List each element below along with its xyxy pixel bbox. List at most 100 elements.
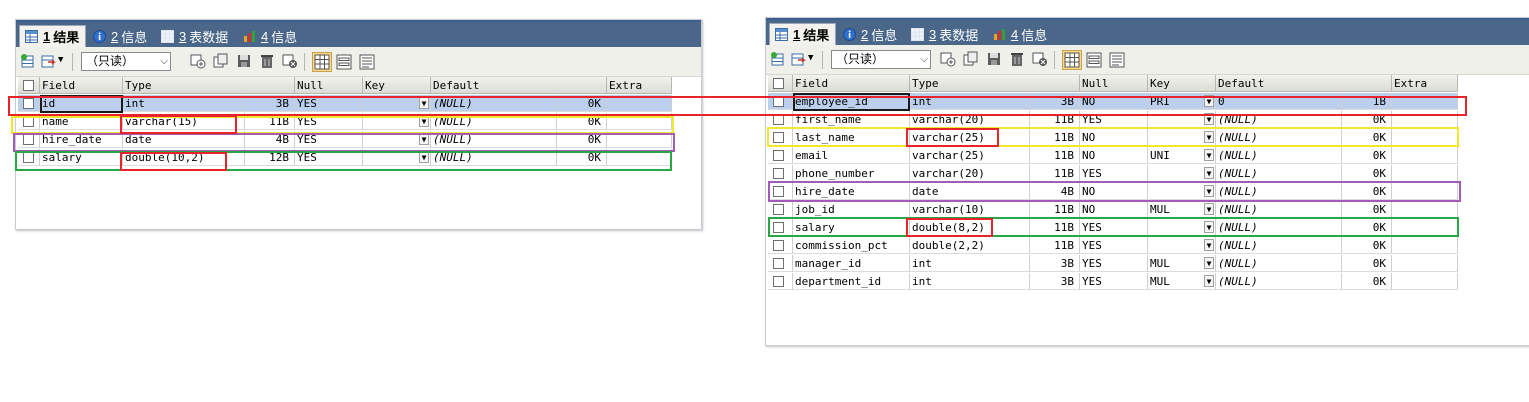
tab-results[interactable]: 1 结果 (19, 25, 86, 47)
key-dropdown-icon[interactable]: ▼ (1204, 167, 1214, 179)
select-all-checkbox[interactable] (23, 80, 34, 91)
row-checkbox[interactable] (773, 132, 784, 143)
row-checkbox-cell[interactable] (768, 111, 793, 128)
column-header-field[interactable]: Field (793, 75, 910, 92)
key-cell[interactable]: ▼ (1148, 237, 1216, 254)
export-icon[interactable] (790, 51, 806, 67)
save-icon[interactable] (986, 51, 1002, 67)
table-row[interactable]: salary double(8,2) 11B YES ▼ (NULL) 0K (768, 219, 1458, 237)
row-checkbox-cell[interactable] (768, 183, 793, 200)
table-row[interactable]: first_name varchar(20) 11B YES ▼ (NULL) 0K (768, 111, 1458, 129)
add-record-icon[interactable] (940, 51, 956, 67)
key-dropdown-icon[interactable]: ▼ (1204, 221, 1214, 233)
cancel-changes-icon[interactable] (1032, 51, 1048, 67)
export-dropdown-icon[interactable]: ▼ (808, 53, 813, 63)
column-header-extra[interactable]: Extra (1392, 75, 1458, 92)
text-view-icon[interactable] (1109, 52, 1125, 68)
key-cell[interactable]: ▼ (1148, 219, 1216, 236)
table-row[interactable]: manager_id int 3B YES MUL ▼ (NULL) 0K (768, 255, 1458, 273)
select-all-cell[interactable] (768, 75, 793, 92)
row-checkbox[interactable] (23, 152, 34, 163)
tab-results[interactable]: 1 结果 (769, 23, 836, 45)
key-cell[interactable]: MUL ▼ (1148, 201, 1216, 218)
table-row[interactable]: last_name varchar(25) 11B NO ▼ (NULL) 0K (768, 129, 1458, 147)
delete-icon[interactable] (1009, 51, 1025, 67)
key-cell[interactable]: ▼ (363, 131, 431, 148)
table-row[interactable]: commission_pct double(2,2) 11B YES ▼ (NULL) 0K (768, 237, 1458, 255)
key-dropdown-icon[interactable]: ▼ (1204, 185, 1214, 197)
column-header-default[interactable]: Default (431, 77, 607, 94)
table-row[interactable]: hire_date date 4B YES ▼ (NULL) 0K (18, 131, 672, 149)
row-checkbox[interactable] (23, 116, 34, 127)
table-row[interactable]: phone_number varchar(20) 11B YES ▼ (NULL) 0K (768, 165, 1458, 183)
column-header-null[interactable]: Null (295, 77, 363, 94)
table-row[interactable]: hire_date date 4B NO ▼ (NULL) 0K (768, 183, 1458, 201)
form-view-icon[interactable] (336, 54, 352, 70)
row-checkbox[interactable] (773, 96, 784, 107)
readonly-mode-select[interactable]: （只读） ⌵ (831, 50, 931, 69)
key-dropdown-icon[interactable]: ▼ (419, 115, 429, 127)
key-dropdown-icon[interactable]: ▼ (1204, 203, 1214, 215)
tab-info-2[interactable]: 4 信息 (988, 23, 1054, 45)
row-checkbox[interactable] (773, 240, 784, 251)
row-checkbox-cell[interactable] (768, 147, 793, 164)
grid-view-icon[interactable] (1062, 50, 1082, 70)
row-checkbox[interactable] (23, 98, 34, 109)
key-cell[interactable]: ▼ (363, 113, 431, 130)
key-dropdown-icon[interactable]: ▼ (1204, 113, 1214, 125)
key-dropdown-icon[interactable]: ▼ (1204, 275, 1214, 287)
row-checkbox-cell[interactable] (18, 131, 40, 148)
key-dropdown-icon[interactable]: ▼ (419, 133, 429, 145)
row-checkbox-cell[interactable] (768, 129, 793, 146)
insert-row-icon[interactable] (20, 53, 36, 69)
key-dropdown-icon[interactable]: ▼ (1204, 257, 1214, 269)
row-checkbox-cell[interactable] (768, 93, 793, 110)
cancel-changes-icon[interactable] (282, 53, 298, 69)
row-checkbox-cell[interactable] (768, 255, 793, 272)
duplicate-record-icon[interactable] (213, 53, 229, 69)
key-cell[interactable]: MUL ▼ (1148, 255, 1216, 272)
column-header-null[interactable]: Null (1080, 75, 1148, 92)
save-icon[interactable] (236, 53, 252, 69)
column-header-field[interactable]: Field (40, 77, 123, 94)
column-header-type[interactable]: Type (123, 77, 295, 94)
select-all-cell[interactable] (18, 77, 40, 94)
key-dropdown-icon[interactable]: ▼ (1204, 131, 1214, 143)
row-checkbox[interactable] (773, 258, 784, 269)
add-record-icon[interactable] (190, 53, 206, 69)
row-checkbox-cell[interactable] (18, 113, 40, 130)
key-cell[interactable]: PRI ▼ (1148, 93, 1216, 110)
key-cell[interactable]: ▼ (1148, 183, 1216, 200)
tab-info[interactable]: 2 信息 (88, 25, 154, 47)
row-checkbox[interactable] (773, 168, 784, 179)
grid-view-icon[interactable] (312, 52, 332, 72)
tab-table-data[interactable]: 3 表数据 (906, 23, 986, 45)
delete-icon[interactable] (259, 53, 275, 69)
key-dropdown-icon[interactable]: ▼ (1204, 149, 1214, 161)
table-row[interactable]: job_id varchar(10) 11B NO MUL ▼ (NULL) 0K (768, 201, 1458, 219)
key-dropdown-icon[interactable]: ▼ (1204, 239, 1214, 251)
key-cell[interactable]: MUL ▼ (1148, 273, 1216, 290)
row-checkbox[interactable] (773, 114, 784, 125)
column-header-default[interactable]: Default (1216, 75, 1392, 92)
key-cell[interactable]: ▼ (1148, 165, 1216, 182)
duplicate-record-icon[interactable] (963, 51, 979, 67)
table-row[interactable]: department_id int 3B YES MUL ▼ (NULL) 0K (768, 273, 1458, 291)
key-cell[interactable]: UNI ▼ (1148, 147, 1216, 164)
key-dropdown-icon[interactable]: ▼ (419, 97, 429, 109)
key-dropdown-icon[interactable]: ▼ (1204, 95, 1214, 107)
key-cell[interactable]: ▼ (363, 95, 431, 112)
row-checkbox-cell[interactable] (18, 95, 40, 112)
row-checkbox[interactable] (773, 150, 784, 161)
text-view-icon[interactable] (359, 54, 375, 70)
select-all-checkbox[interactable] (773, 78, 784, 89)
form-view-icon[interactable] (1086, 52, 1102, 68)
row-checkbox-cell[interactable] (768, 273, 793, 290)
key-cell[interactable]: ▼ (1148, 129, 1216, 146)
insert-row-icon[interactable] (770, 51, 786, 67)
column-header-key[interactable]: Key (363, 77, 431, 94)
readonly-mode-select[interactable]: （只读） ⌵ (81, 52, 171, 71)
column-header-key[interactable]: Key (1148, 75, 1216, 92)
tab-table-data[interactable]: 3 表数据 (156, 25, 236, 47)
row-checkbox-cell[interactable] (768, 219, 793, 236)
